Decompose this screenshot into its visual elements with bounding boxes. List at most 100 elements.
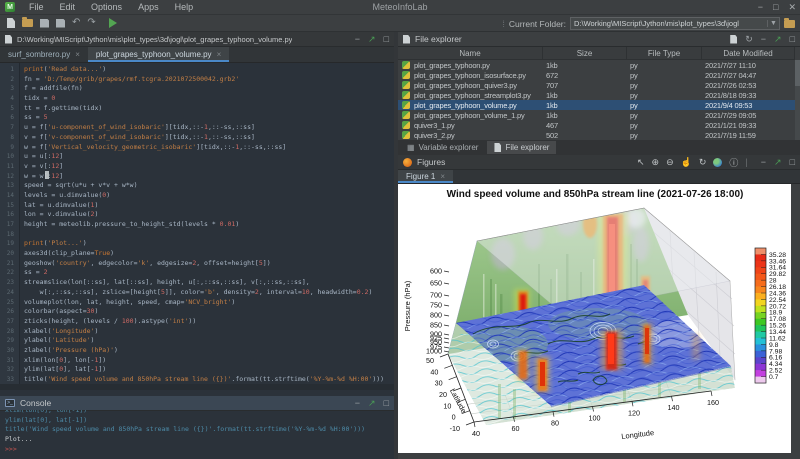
tab-variable-explorer[interactable]: ▦Variable explorer — [400, 141, 485, 154]
tab-plot_grapes_typhoon_volume.py[interactable]: plot_grapes_typhoon_volume.py× — [88, 47, 229, 62]
svg-text:750: 750 — [430, 301, 442, 310]
editor-float-icon[interactable]: ↗ — [368, 34, 376, 45]
tab-figure-1[interactable]: Figure 1 × — [398, 170, 453, 183]
code-line: tt = f.gettime(tidx) — [24, 104, 394, 114]
z-axis-label: Pressure (hPa) — [403, 280, 412, 331]
editor-maximize-icon[interactable]: □ — [384, 34, 389, 44]
figures-title: Figures — [417, 157, 445, 167]
current-folder-label: Current Folder: — [509, 19, 566, 29]
rotate-icon[interactable]: ↻ — [699, 157, 707, 168]
file-explorer-maximize-icon[interactable]: □ — [790, 34, 795, 44]
figures-minimize-icon[interactable]: − — [761, 157, 766, 167]
column-header-file-type[interactable]: File Type — [627, 47, 702, 59]
window-minimize-icon[interactable]: − — [758, 0, 763, 15]
browse-folder-icon[interactable] — [784, 20, 795, 28]
console-title-bar: >_ Console − ↗ □ — [0, 396, 394, 411]
toolbar-drag-handle[interactable]: ⁞ — [502, 19, 505, 29]
meteoinfo-logo-icon: M — [5, 2, 15, 12]
window-maximize-icon[interactable]: □ — [773, 0, 778, 15]
window-close-icon[interactable]: ✕ — [788, 0, 796, 15]
refresh-icon[interactable]: ↻ — [745, 34, 753, 45]
file-table: plot_grapes_typhoon.py1kbpy2021/7/27 11:… — [398, 60, 795, 140]
figure-canvas[interactable]: 406080100120140160-100102030405060065070… — [398, 184, 791, 453]
editor-horizontal-scrollbar[interactable] — [0, 384, 394, 390]
column-header-date-modified[interactable]: Date Modified — [702, 47, 795, 59]
pan-icon[interactable]: ☝ — [681, 157, 692, 168]
code-line: geoshow('country', edgecolor='k', edgesi… — [24, 259, 394, 269]
menu-edit[interactable]: Edit — [52, 0, 84, 15]
code-line: u = u[:12] — [24, 152, 394, 162]
copy-path-icon[interactable] — [730, 35, 737, 44]
svg-text:100: 100 — [589, 414, 601, 423]
file-table-header[interactable]: NameSizeFile TypeDate Modified — [398, 47, 795, 60]
tab-surf_sombrero.py[interactable]: surf_sombrero.py× — [0, 47, 88, 62]
file-row[interactable]: quiver3_1.py467py2021/1/21 09:33 — [398, 120, 795, 130]
chevron-down-icon[interactable]: ▼ — [767, 20, 779, 27]
current-folder-value: D:\Working\MIScript\Jython\mis\plot_type… — [571, 19, 767, 28]
code-line: lon = v.dimvalue(2) — [24, 210, 394, 220]
menu-apps[interactable]: Apps — [130, 0, 167, 15]
console-output[interactable]: xlim(lon[0], lon[-1])ylim(lat[0], lat[-1… — [0, 410, 394, 459]
close-icon[interactable]: × — [75, 50, 80, 59]
file-explorer-minimize-icon[interactable]: − — [761, 34, 766, 44]
code-editor[interactable]: 1234567891011121314151617181920212223242… — [0, 63, 394, 390]
figures-icon — [403, 158, 412, 167]
cursor-icon[interactable]: ↖ — [637, 157, 645, 168]
identify-icon[interactable]: ⓘ — [729, 156, 738, 169]
file-row[interactable]: plot_grapes_typhoon_volume_1.py1kbpy2021… — [398, 110, 795, 120]
editor-minimize-icon[interactable]: − — [355, 34, 360, 44]
python-file-icon — [402, 71, 410, 79]
editor-tab-bar: surf_sombrero.py×plot_grapes_typhoon_vol… — [0, 47, 394, 63]
tab-file-explorer[interactable]: File explorer — [487, 141, 556, 154]
code-line: print('Plot...') — [24, 239, 394, 249]
save-icon[interactable] — [40, 19, 49, 28]
figures-maximize-icon[interactable]: □ — [790, 157, 795, 167]
file-row[interactable]: plot_grapes_typhoon_volume.py1kbpy2021/9… — [398, 100, 795, 110]
code-line: ylim(lat[0], lat[-1]) — [24, 365, 394, 375]
code-line: v = v[:12] — [24, 162, 394, 172]
zoom-out-icon[interactable]: ⊖ — [666, 157, 674, 168]
code-line: ylabel('Latitude') — [24, 336, 394, 346]
figures-panel: Figures ↖⊕⊖☝↻ⓘ| − ↗ □ Figure 1 × — [398, 155, 800, 459]
file-row[interactable]: plot_grapes_typhoon_quiver3.py707py2021/… — [398, 80, 795, 90]
file-explorer-icon — [403, 35, 410, 44]
code-line: xlabel('Longitude') — [24, 327, 394, 337]
file-explorer-title: File explorer — [415, 34, 462, 44]
python-file-icon — [402, 61, 410, 69]
column-header-name[interactable]: Name — [398, 47, 543, 59]
close-icon[interactable]: × — [217, 50, 222, 59]
globe-icon[interactable] — [713, 158, 722, 167]
zoom-in-icon[interactable]: ⊕ — [652, 157, 660, 168]
console-minimize-icon[interactable]: − — [355, 398, 360, 408]
file-row[interactable]: plot_grapes_typhoon_isosurface.py672py20… — [398, 70, 795, 80]
column-header-size[interactable]: Size — [543, 47, 627, 59]
run-script-icon[interactable] — [109, 18, 117, 28]
console-float-icon[interactable]: ↗ — [368, 398, 376, 409]
menu-file[interactable]: File — [21, 0, 52, 15]
file-explorer-float-icon[interactable]: ↗ — [774, 34, 782, 45]
file-table-scrollbar[interactable] — [795, 60, 800, 140]
file-explorer-panel: File explorer ↻ − ↗ □ NameSizeFile TypeD… — [398, 32, 800, 155]
code-line: volumeplot(lon, lat, height, speed, cmap… — [24, 298, 394, 308]
code-line: axes3d(clip_plane=True) — [24, 249, 394, 259]
svg-text:20: 20 — [439, 390, 447, 399]
close-icon[interactable]: × — [440, 172, 445, 181]
current-folder-combobox[interactable]: D:\Working\MIScript\Jython\mis\plot_type… — [570, 17, 780, 30]
file-row[interactable]: plot_grapes_typhoon_streamplot3.py1kbpy2… — [398, 90, 795, 100]
undo-icon[interactable]: ↶ — [72, 18, 80, 28]
figures-float-icon[interactable]: ↗ — [774, 157, 782, 168]
editor-title-bar: D:\Working\MIScript\Jython\mis\plot_type… — [0, 32, 394, 47]
redo-icon[interactable]: ↷ — [87, 18, 95, 28]
file-icon — [5, 35, 12, 44]
file-row[interactable]: quiver3_2.py502py2021/7/19 11:59 — [398, 130, 795, 140]
save-all-icon[interactable] — [56, 19, 65, 28]
console-maximize-icon[interactable]: □ — [384, 398, 389, 408]
new-file-icon[interactable] — [7, 18, 15, 28]
open-file-icon[interactable] — [22, 19, 33, 27]
terminal-icon: >_ — [5, 399, 15, 407]
file-row[interactable]: plot_grapes_typhoon.py1kbpy2021/7/27 11:… — [398, 60, 795, 70]
python-file-icon — [402, 81, 410, 89]
python-file-icon — [402, 121, 410, 129]
menu-options[interactable]: Options — [83, 0, 130, 15]
menu-help[interactable]: Help — [167, 0, 202, 15]
